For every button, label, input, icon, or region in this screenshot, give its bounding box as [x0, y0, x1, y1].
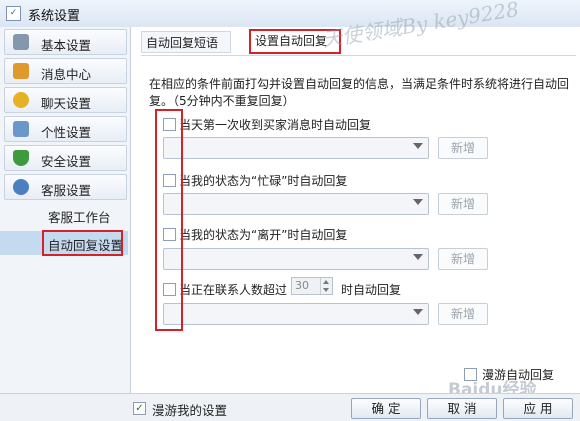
headset-icon	[13, 179, 29, 195]
shield-icon	[13, 150, 29, 166]
rule-contacts-label-suffix: 时自动回复	[341, 283, 402, 297]
sidebar-item-personal[interactable]: 个性设置	[4, 116, 127, 142]
sidebar-item-label: 聊天设置	[41, 96, 92, 111]
rule-contacts-label-prefix: 当正在联系人数超过	[179, 283, 288, 297]
ok-button[interactable]: 确 定	[351, 398, 421, 419]
tab-auto-reply-phrases[interactable]: 自动回复短语	[141, 31, 231, 53]
sidebar-item-label: 客服设置	[41, 183, 92, 198]
sidebar-subitem-workbench[interactable]: 客服工作台	[0, 203, 128, 227]
sidebar-item-label: 消息中心	[41, 67, 92, 82]
envelope-icon	[13, 63, 29, 79]
sidebar-item-messages[interactable]: 消息中心	[4, 58, 127, 84]
rule-busy-add-button[interactable]: 新增	[438, 193, 488, 215]
roaming-settings-label: 漫游我的设置	[152, 403, 228, 418]
sidebar-item-label: 个性设置	[41, 125, 92, 140]
sidebar-item-basic[interactable]: 基本设置	[4, 29, 127, 55]
chevron-down-icon	[413, 199, 423, 205]
sidebar-item-customer-service[interactable]: 客服设置	[4, 174, 127, 200]
rule-away-select[interactable]	[163, 248, 429, 270]
highlight-box-sidebar	[42, 230, 123, 256]
tab-divider	[141, 55, 576, 56]
chevron-down-icon	[413, 254, 423, 260]
rule-away-add-button[interactable]: 新增	[438, 248, 488, 270]
chevron-down-icon	[413, 143, 423, 149]
tab-label: 自动回复短语	[146, 36, 219, 50]
sidebar: 基本设置 消息中心 聊天设置 个性设置 安全设置 客服设置 客服工作台 自动回复…	[0, 27, 131, 393]
app-icon: ✓	[6, 6, 21, 21]
rule-busy-label: 当我的状态为“忙碌”时自动回复	[179, 174, 348, 188]
chevron-down-icon	[413, 309, 423, 315]
gear-icon	[13, 34, 29, 50]
tab-label: 设置自动回复	[255, 34, 328, 48]
rule-busy-select[interactable]	[163, 193, 429, 215]
cancel-button[interactable]: 取 消	[427, 398, 497, 419]
rule-first-message-label: 当天第一次收到买家消息时自动回复	[179, 118, 372, 132]
rule-first-message-add-button[interactable]: 新增	[438, 137, 488, 159]
sidebar-item-label: 安全设置	[41, 154, 92, 169]
stepper-up-icon[interactable]	[320, 278, 332, 286]
footer-bar: ✓ 漫游我的设置 确 定 取 消 应 用	[0, 393, 580, 421]
contacts-count-stepper[interactable]: 30	[291, 277, 333, 295]
contacts-count-value: 30	[295, 279, 309, 292]
sidebar-item-security[interactable]: 安全设置	[4, 145, 127, 171]
window-title: 系统设置	[28, 9, 81, 24]
main-content: 自动回复短语 设置自动回复 在相应的条件前面打勾并设置自动回复的信息，当满足条件…	[131, 27, 580, 393]
rule-contacts-select[interactable]	[163, 303, 429, 325]
rule-away-label: 当我的状态为“离开”时自动回复	[179, 228, 348, 242]
rule-contacts-add-button[interactable]: 新增	[438, 303, 488, 325]
apply-button[interactable]: 应 用	[503, 398, 573, 419]
sidebar-subitem-label: 客服工作台	[48, 210, 111, 225]
stepper-down-icon[interactable]	[320, 286, 332, 294]
highlight-box-checkboxes	[155, 109, 183, 331]
chat-bubble-icon	[13, 92, 29, 108]
sidebar-item-label: 基本设置	[41, 38, 92, 53]
sidebar-item-chat[interactable]: 聊天设置	[4, 87, 127, 113]
description-text: 在相应的条件前面打勾并设置自动回复的信息，当满足条件时系统将进行自动回复。（5分…	[149, 77, 570, 108]
rule-first-message-select[interactable]	[163, 137, 429, 159]
roaming-settings-checkbox[interactable]: ✓	[133, 402, 146, 415]
picture-icon	[13, 121, 29, 137]
